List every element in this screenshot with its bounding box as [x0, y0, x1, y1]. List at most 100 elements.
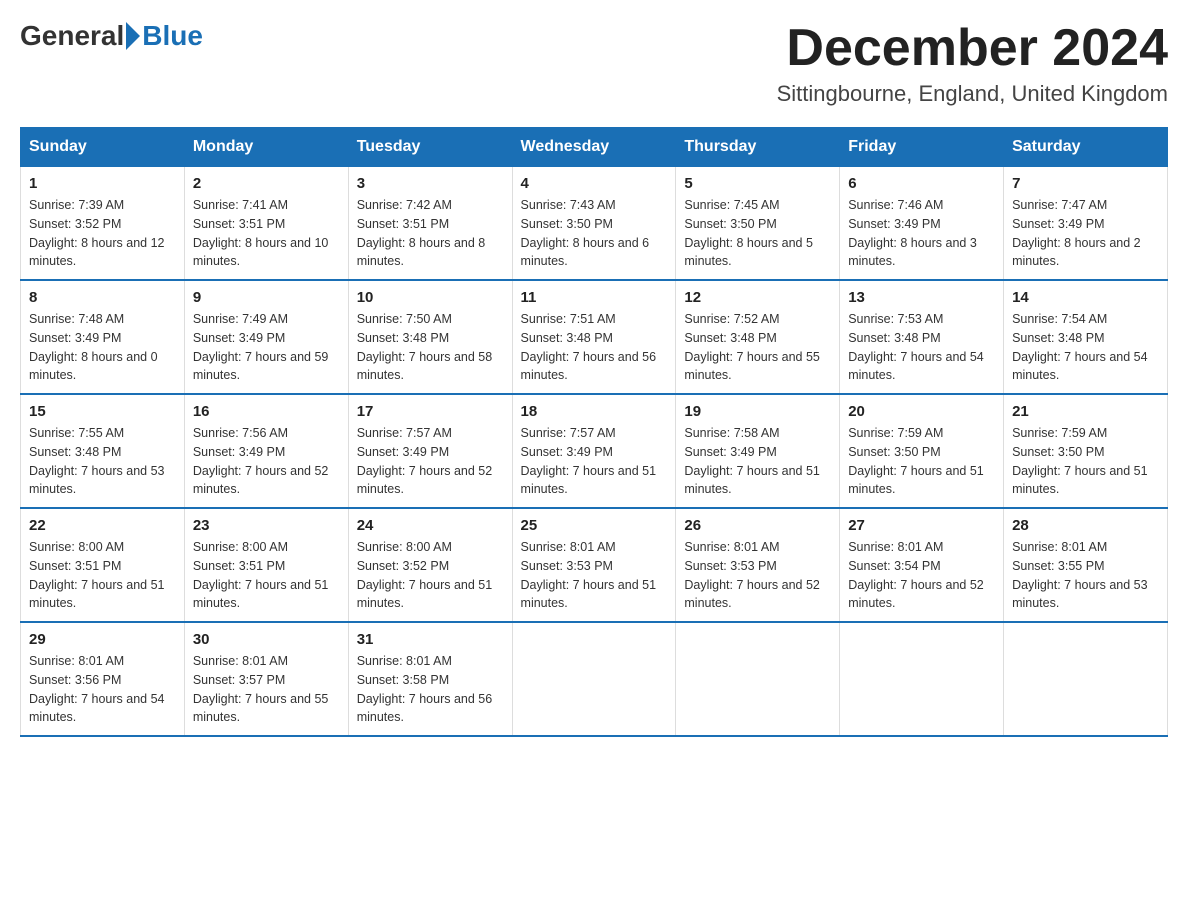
day-info: Sunrise: 7:52 AM Sunset: 3:48 PM Dayligh…: [684, 310, 831, 385]
day-number: 14: [1012, 289, 1159, 306]
header-tuesday: Tuesday: [348, 128, 512, 167]
day-info: Sunrise: 7:49 AM Sunset: 3:49 PM Dayligh…: [193, 310, 340, 385]
table-row: 8 Sunrise: 7:48 AM Sunset: 3:49 PM Dayli…: [21, 280, 185, 394]
header-thursday: Thursday: [676, 128, 840, 167]
day-number: 6: [848, 175, 995, 192]
day-info: Sunrise: 7:48 AM Sunset: 3:49 PM Dayligh…: [29, 310, 176, 385]
table-row: 5 Sunrise: 7:45 AM Sunset: 3:50 PM Dayli…: [676, 167, 840, 281]
day-number: 13: [848, 289, 995, 306]
day-info: Sunrise: 8:01 AM Sunset: 3:54 PM Dayligh…: [848, 538, 995, 613]
logo-triangle-icon: [126, 22, 140, 50]
table-row: 13 Sunrise: 7:53 AM Sunset: 3:48 PM Dayl…: [840, 280, 1004, 394]
location-subtitle: Sittingbourne, England, United Kingdom: [777, 81, 1168, 107]
day-number: 7: [1012, 175, 1159, 192]
calendar-week-row: 15 Sunrise: 7:55 AM Sunset: 3:48 PM Dayl…: [21, 394, 1168, 508]
day-number: 3: [357, 175, 504, 192]
header-saturday: Saturday: [1004, 128, 1168, 167]
table-row: 30 Sunrise: 8:01 AM Sunset: 3:57 PM Dayl…: [184, 622, 348, 736]
table-row: 15 Sunrise: 7:55 AM Sunset: 3:48 PM Dayl…: [21, 394, 185, 508]
day-info: Sunrise: 7:53 AM Sunset: 3:48 PM Dayligh…: [848, 310, 995, 385]
table-row: 4 Sunrise: 7:43 AM Sunset: 3:50 PM Dayli…: [512, 167, 676, 281]
day-info: Sunrise: 8:00 AM Sunset: 3:51 PM Dayligh…: [29, 538, 176, 613]
day-number: 29: [29, 631, 176, 648]
table-row: 28 Sunrise: 8:01 AM Sunset: 3:55 PM Dayl…: [1004, 508, 1168, 622]
table-row: 11 Sunrise: 7:51 AM Sunset: 3:48 PM Dayl…: [512, 280, 676, 394]
day-info: Sunrise: 7:50 AM Sunset: 3:48 PM Dayligh…: [357, 310, 504, 385]
day-number: 12: [684, 289, 831, 306]
table-row: 12 Sunrise: 7:52 AM Sunset: 3:48 PM Dayl…: [676, 280, 840, 394]
day-info: Sunrise: 8:01 AM Sunset: 3:58 PM Dayligh…: [357, 652, 504, 727]
calendar-week-row: 29 Sunrise: 8:01 AM Sunset: 3:56 PM Dayl…: [21, 622, 1168, 736]
day-number: 24: [357, 517, 504, 534]
table-row: 6 Sunrise: 7:46 AM Sunset: 3:49 PM Dayli…: [840, 167, 1004, 281]
day-number: 4: [521, 175, 668, 192]
table-row: [676, 622, 840, 736]
table-row: 18 Sunrise: 7:57 AM Sunset: 3:49 PM Dayl…: [512, 394, 676, 508]
day-info: Sunrise: 7:59 AM Sunset: 3:50 PM Dayligh…: [848, 424, 995, 499]
day-info: Sunrise: 8:01 AM Sunset: 3:57 PM Dayligh…: [193, 652, 340, 727]
calendar-week-row: 1 Sunrise: 7:39 AM Sunset: 3:52 PM Dayli…: [21, 167, 1168, 281]
day-info: Sunrise: 7:51 AM Sunset: 3:48 PM Dayligh…: [521, 310, 668, 385]
table-row: 1 Sunrise: 7:39 AM Sunset: 3:52 PM Dayli…: [21, 167, 185, 281]
table-row: 7 Sunrise: 7:47 AM Sunset: 3:49 PM Dayli…: [1004, 167, 1168, 281]
day-info: Sunrise: 8:01 AM Sunset: 3:53 PM Dayligh…: [684, 538, 831, 613]
table-row: 26 Sunrise: 8:01 AM Sunset: 3:53 PM Dayl…: [676, 508, 840, 622]
day-number: 30: [193, 631, 340, 648]
page-header: General Blue December 2024 Sittingbourne…: [20, 20, 1168, 107]
day-number: 27: [848, 517, 995, 534]
day-number: 9: [193, 289, 340, 306]
day-number: 28: [1012, 517, 1159, 534]
title-area: December 2024 Sittingbourne, England, Un…: [777, 20, 1168, 107]
day-number: 25: [521, 517, 668, 534]
day-number: 15: [29, 403, 176, 420]
table-row: 3 Sunrise: 7:42 AM Sunset: 3:51 PM Dayli…: [348, 167, 512, 281]
day-number: 1: [29, 175, 176, 192]
day-number: 19: [684, 403, 831, 420]
table-row: 20 Sunrise: 7:59 AM Sunset: 3:50 PM Dayl…: [840, 394, 1004, 508]
day-number: 21: [1012, 403, 1159, 420]
day-info: Sunrise: 8:00 AM Sunset: 3:51 PM Dayligh…: [193, 538, 340, 613]
table-row: 14 Sunrise: 7:54 AM Sunset: 3:48 PM Dayl…: [1004, 280, 1168, 394]
day-number: 20: [848, 403, 995, 420]
day-info: Sunrise: 7:39 AM Sunset: 3:52 PM Dayligh…: [29, 196, 176, 271]
header-monday: Monday: [184, 128, 348, 167]
table-row: 10 Sunrise: 7:50 AM Sunset: 3:48 PM Dayl…: [348, 280, 512, 394]
table-row: 23 Sunrise: 8:00 AM Sunset: 3:51 PM Dayl…: [184, 508, 348, 622]
day-number: 11: [521, 289, 668, 306]
calendar-week-row: 22 Sunrise: 8:00 AM Sunset: 3:51 PM Dayl…: [21, 508, 1168, 622]
table-row: 31 Sunrise: 8:01 AM Sunset: 3:58 PM Dayl…: [348, 622, 512, 736]
logo-general-text: General: [20, 20, 124, 52]
day-info: Sunrise: 8:01 AM Sunset: 3:56 PM Dayligh…: [29, 652, 176, 727]
day-info: Sunrise: 7:45 AM Sunset: 3:50 PM Dayligh…: [684, 196, 831, 271]
day-info: Sunrise: 7:47 AM Sunset: 3:49 PM Dayligh…: [1012, 196, 1159, 271]
day-number: 5: [684, 175, 831, 192]
table-row: [512, 622, 676, 736]
logo-area: General Blue: [20, 20, 203, 52]
day-info: Sunrise: 7:42 AM Sunset: 3:51 PM Dayligh…: [357, 196, 504, 271]
table-row: 9 Sunrise: 7:49 AM Sunset: 3:49 PM Dayli…: [184, 280, 348, 394]
table-row: 25 Sunrise: 8:01 AM Sunset: 3:53 PM Dayl…: [512, 508, 676, 622]
header-friday: Friday: [840, 128, 1004, 167]
day-info: Sunrise: 7:41 AM Sunset: 3:51 PM Dayligh…: [193, 196, 340, 271]
day-info: Sunrise: 7:56 AM Sunset: 3:49 PM Dayligh…: [193, 424, 340, 499]
table-row: [1004, 622, 1168, 736]
logo-blue-text: Blue: [142, 20, 203, 52]
day-number: 10: [357, 289, 504, 306]
calendar-week-row: 8 Sunrise: 7:48 AM Sunset: 3:49 PM Dayli…: [21, 280, 1168, 394]
day-number: 23: [193, 517, 340, 534]
header-sunday: Sunday: [21, 128, 185, 167]
day-info: Sunrise: 7:57 AM Sunset: 3:49 PM Dayligh…: [357, 424, 504, 499]
logo: General Blue: [20, 20, 203, 52]
table-row: 19 Sunrise: 7:58 AM Sunset: 3:49 PM Dayl…: [676, 394, 840, 508]
day-info: Sunrise: 8:01 AM Sunset: 3:55 PM Dayligh…: [1012, 538, 1159, 613]
table-row: 2 Sunrise: 7:41 AM Sunset: 3:51 PM Dayli…: [184, 167, 348, 281]
weekday-header-row: Sunday Monday Tuesday Wednesday Thursday…: [21, 128, 1168, 167]
table-row: [840, 622, 1004, 736]
day-info: Sunrise: 7:43 AM Sunset: 3:50 PM Dayligh…: [521, 196, 668, 271]
day-info: Sunrise: 8:00 AM Sunset: 3:52 PM Dayligh…: [357, 538, 504, 613]
day-number: 18: [521, 403, 668, 420]
day-info: Sunrise: 7:55 AM Sunset: 3:48 PM Dayligh…: [29, 424, 176, 499]
day-number: 17: [357, 403, 504, 420]
table-row: 24 Sunrise: 8:00 AM Sunset: 3:52 PM Dayl…: [348, 508, 512, 622]
table-row: 16 Sunrise: 7:56 AM Sunset: 3:49 PM Dayl…: [184, 394, 348, 508]
